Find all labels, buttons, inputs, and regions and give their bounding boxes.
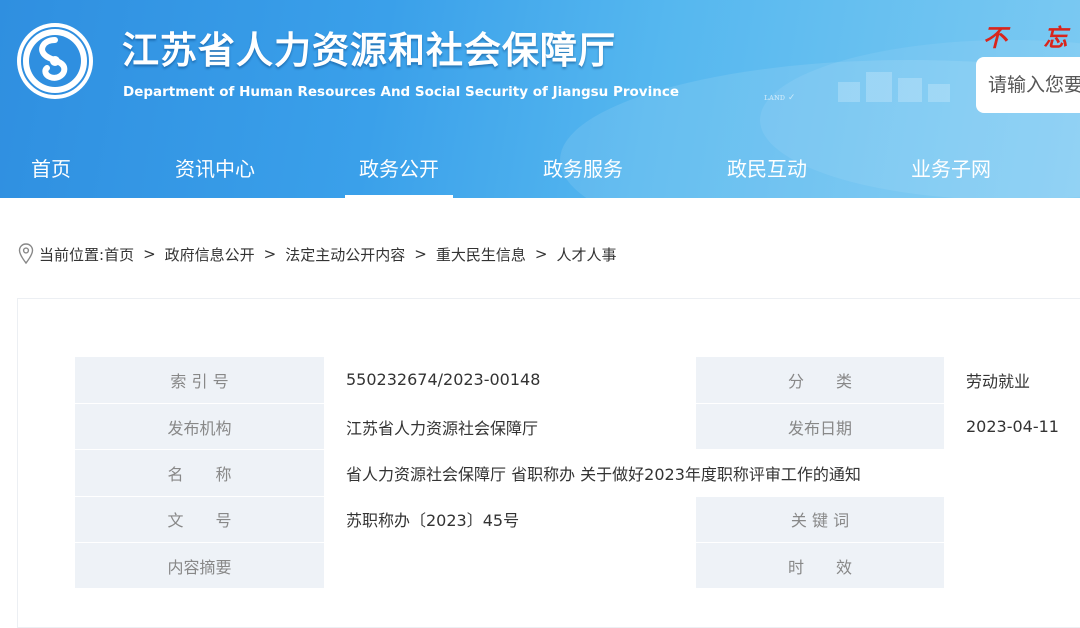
document-number-label: 文 号 xyxy=(75,496,324,544)
breadcrumb-talent-personnel[interactable]: 人才人事 xyxy=(556,244,616,265)
publisher-label: 发布机构 xyxy=(75,403,324,451)
breadcrumb-separator: > xyxy=(263,245,277,263)
breadcrumb-government-information-disclosure[interactable]: 政府信息公开 xyxy=(165,244,255,265)
header-town-illustration xyxy=(838,62,958,102)
table-row: 名 称 省人力资源社会保障厅 省职称办 关于做好2023年度职称评审工作的通知 xyxy=(75,449,1080,497)
nav-item-news-center[interactable]: 资讯中心 xyxy=(168,140,262,198)
slogan-text: 不 忘 初 xyxy=(983,23,1080,52)
table-row: 索 引 号 550232674/2023-00148 分 类 劳动就业 xyxy=(75,357,1080,404)
main-navigation: 首页 资讯中心 政务公开 政务服务 政民互动 业务子网 xyxy=(0,140,1080,198)
nav-item-government-services[interactable]: 政务服务 xyxy=(536,140,630,198)
publish-date-value: 2023-04-11 xyxy=(944,403,1080,451)
index-number-label: 索 引 号 xyxy=(75,357,324,404)
search-box[interactable] xyxy=(976,57,1080,113)
table-row: 文 号 苏职称办〔2023〕45号 关 键 词 xyxy=(75,496,1080,544)
breadcrumb-major-livelihood-information[interactable]: 重大民生信息 xyxy=(436,244,526,265)
site-title-english: Department of Human Resources And Social… xyxy=(123,84,679,100)
document-info-table: 索 引 号 550232674/2023-00148 分 类 劳动就业 发布机构… xyxy=(75,357,1080,590)
nav-item-public-interaction[interactable]: 政民互动 xyxy=(720,140,814,198)
publish-date-label: 发布日期 xyxy=(696,403,944,451)
breadcrumb-prefix: 当前位置: xyxy=(39,245,105,264)
table-row: 发布机构 江苏省人力资源社会保障厅 发布日期 2023-04-11 xyxy=(75,403,1080,451)
nav-item-home[interactable]: 首页 xyxy=(22,140,80,198)
validity-label: 时 效 xyxy=(696,542,944,590)
location-pin-icon xyxy=(18,243,34,265)
document-number-value: 苏职称办〔2023〕45号 xyxy=(324,496,696,544)
breadcrumb-separator: > xyxy=(534,245,548,263)
breadcrumb-home[interactable]: 首页 xyxy=(104,244,134,265)
site-title-chinese: 江苏省人力资源和社会保障厅 xyxy=(122,29,616,72)
category-value: 劳动就业 xyxy=(944,357,1080,404)
index-number-value: 550232674/2023-00148 xyxy=(324,357,696,404)
publisher-value: 江苏省人力资源社会保障厅 xyxy=(324,403,696,451)
nav-item-government-affairs-disclosure[interactable]: 政务公开 xyxy=(345,140,453,198)
header-illustration-tag: ʟᴀɴᴅ ✓ xyxy=(764,93,796,103)
document-name-value: 省人力资源社会保障厅 省职称办 关于做好2023年度职称评审工作的通知 xyxy=(324,449,1080,497)
document-name-label: 名 称 xyxy=(75,449,324,497)
category-label: 分 类 xyxy=(696,357,944,404)
breadcrumb-statutory-disclosure[interactable]: 法定主动公开内容 xyxy=(285,244,405,265)
validity-value xyxy=(944,542,1080,590)
breadcrumb-separator: > xyxy=(143,245,156,263)
keywords-label: 关 键 词 xyxy=(696,496,944,544)
breadcrumb-separator: > xyxy=(414,245,427,263)
nav-item-business-subsites[interactable]: 业务子网 xyxy=(904,140,998,198)
ministry-logo[interactable] xyxy=(16,22,94,100)
search-input[interactable] xyxy=(988,57,1080,113)
site-header: ʟᴀɴᴅ ✓ 江苏省人力资源和社会保障厅 Department of Human… xyxy=(0,0,1080,198)
breadcrumb: 当前位置: 首页 > 政府信息公开 > 法定主动公开内容 > 重大民生信息 > … xyxy=(18,243,616,265)
summary-value xyxy=(324,542,696,590)
keywords-value xyxy=(944,496,1080,544)
table-row: 内容摘要 时 效 xyxy=(75,542,1080,590)
summary-label: 内容摘要 xyxy=(75,542,324,590)
